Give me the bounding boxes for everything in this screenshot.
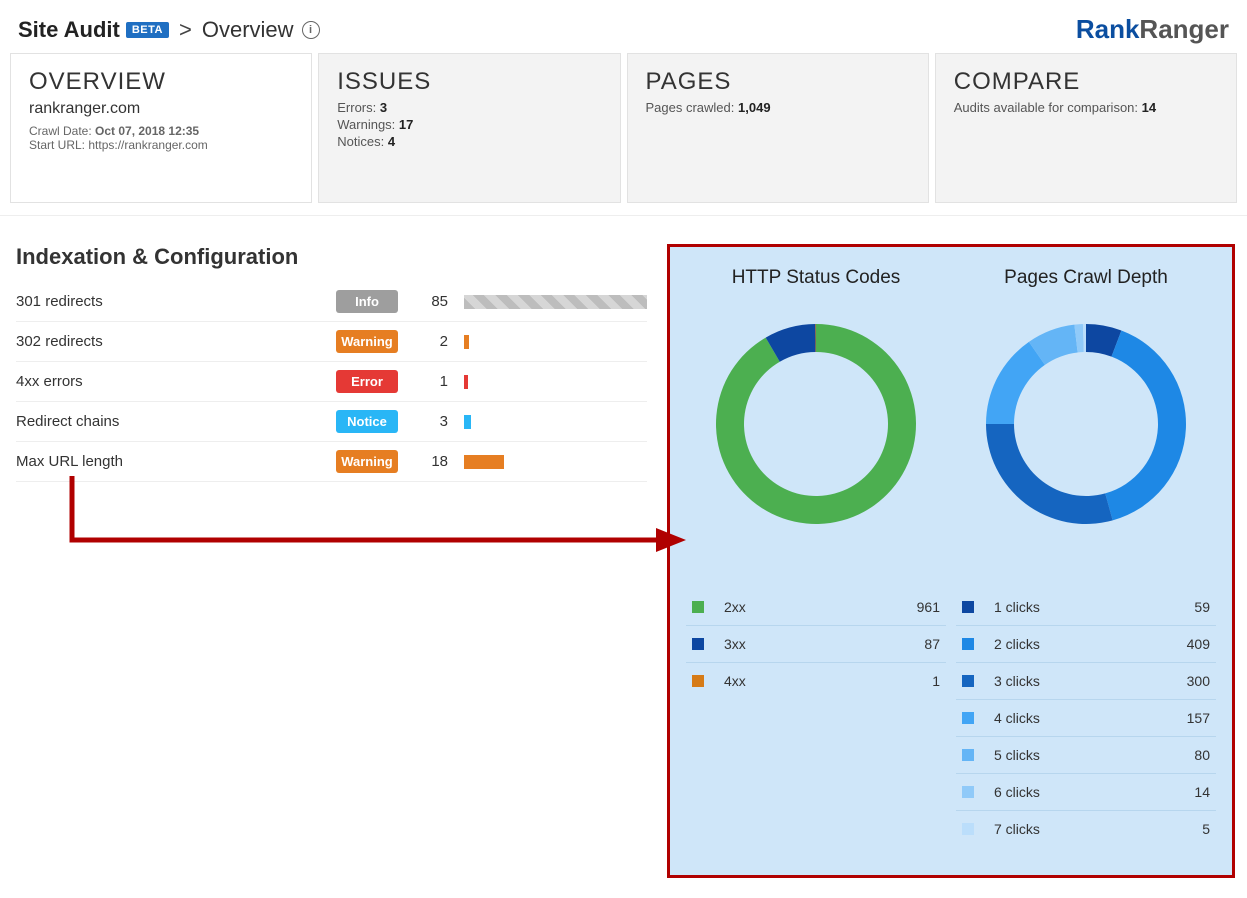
legend-value: 300 bbox=[1160, 673, 1210, 689]
audit-label: 302 redirects bbox=[16, 333, 336, 350]
breadcrumb-page[interactable]: Overview bbox=[202, 17, 294, 43]
legend-value: 59 bbox=[1160, 599, 1210, 615]
legend-row[interactable]: 1 clicks59 bbox=[956, 589, 1216, 626]
summary-panels: OVERVIEW rankranger.com Crawl Date: Oct … bbox=[0, 53, 1247, 216]
overview-start-url: Start URL: https://rankranger.com bbox=[29, 138, 293, 152]
legend-row[interactable]: 6 clicks14 bbox=[956, 774, 1216, 811]
depth-chart-title: Pages Crawl Depth bbox=[956, 267, 1216, 289]
panel-compare[interactable]: COMPARE Audits available for comparison:… bbox=[935, 53, 1237, 203]
audit-bar bbox=[464, 375, 647, 389]
legend-swatch bbox=[962, 823, 974, 835]
legend-swatch bbox=[692, 601, 704, 613]
legend-row[interactable]: 2 clicks409 bbox=[956, 626, 1216, 663]
http-chart-title: HTTP Status Codes bbox=[686, 267, 946, 289]
audit-row[interactable]: 4xx errorsError1 bbox=[16, 362, 647, 402]
overview-domain: rankranger.com bbox=[29, 100, 293, 118]
legend-row[interactable]: 7 clicks5 bbox=[956, 811, 1216, 847]
legend-row[interactable]: 4xx1 bbox=[686, 663, 946, 699]
panel-issues-title: ISSUES bbox=[337, 68, 601, 96]
legend-row[interactable]: 4 clicks157 bbox=[956, 700, 1216, 737]
beta-badge: BETA bbox=[126, 22, 169, 38]
audit-label: Max URL length bbox=[16, 453, 336, 470]
http-status-chart: HTTP Status Codes 2xx9613xx874xx1 bbox=[686, 267, 946, 847]
audit-bar bbox=[464, 295, 647, 309]
panel-compare-title: COMPARE bbox=[954, 68, 1218, 96]
legend-row[interactable]: 5 clicks80 bbox=[956, 737, 1216, 774]
legend-label: 2 clicks bbox=[994, 636, 1160, 652]
legend-label: 3xx bbox=[724, 636, 890, 652]
http-donut bbox=[711, 319, 921, 529]
severity-badge: Notice bbox=[336, 410, 398, 433]
legend-value: 80 bbox=[1160, 747, 1210, 763]
legend-row[interactable]: 3xx87 bbox=[686, 626, 946, 663]
legend-swatch bbox=[962, 786, 974, 798]
severity-badge: Warning bbox=[336, 450, 398, 473]
breadcrumb: Site Audit BETA > Overview i bbox=[18, 17, 320, 43]
legend-label: 4xx bbox=[724, 673, 890, 689]
audit-row[interactable]: Max URL lengthWarning18 bbox=[16, 442, 647, 482]
legend-row[interactable]: 3 clicks300 bbox=[956, 663, 1216, 700]
legend-swatch bbox=[962, 712, 974, 724]
indexation-title: Indexation & Configuration bbox=[16, 244, 647, 270]
panel-issues[interactable]: ISSUES Errors: 3 Warnings: 17 Notices: 4 bbox=[318, 53, 620, 203]
overview-crawl-date: Crawl Date: Oct 07, 2018 12:35 bbox=[29, 124, 293, 138]
charts-panel: HTTP Status Codes 2xx9613xx874xx1 Pages … bbox=[667, 244, 1235, 878]
legend-label: 1 clicks bbox=[994, 599, 1160, 615]
audit-bar bbox=[464, 455, 647, 469]
legend-swatch bbox=[962, 601, 974, 613]
legend-swatch bbox=[962, 749, 974, 761]
legend-value: 1 bbox=[890, 673, 940, 689]
audit-row[interactable]: 302 redirectsWarning2 bbox=[16, 322, 647, 362]
severity-badge: Warning bbox=[336, 330, 398, 353]
audit-label: Redirect chains bbox=[16, 413, 336, 430]
panel-pages-title: PAGES bbox=[646, 68, 910, 96]
legend-value: 5 bbox=[1160, 821, 1210, 837]
legend-value: 87 bbox=[890, 636, 940, 652]
severity-badge: Info bbox=[336, 290, 398, 313]
legend-label: 6 clicks bbox=[994, 784, 1160, 800]
legend-swatch bbox=[962, 638, 974, 650]
depth-legend: 1 clicks592 clicks4093 clicks3004 clicks… bbox=[956, 589, 1216, 847]
audit-count: 85 bbox=[398, 293, 464, 310]
legend-label: 7 clicks bbox=[994, 821, 1160, 837]
logo[interactable]: RankRanger bbox=[1076, 14, 1229, 45]
legend-value: 14 bbox=[1160, 784, 1210, 800]
audit-bar bbox=[464, 415, 647, 429]
breadcrumb-app[interactable]: Site Audit bbox=[18, 17, 120, 43]
panel-overview-title: OVERVIEW bbox=[29, 68, 293, 96]
legend-swatch bbox=[692, 638, 704, 650]
panel-pages[interactable]: PAGES Pages crawled: 1,049 bbox=[627, 53, 929, 203]
legend-label: 2xx bbox=[724, 599, 890, 615]
legend-label: 5 clicks bbox=[994, 747, 1160, 763]
legend-swatch bbox=[692, 675, 704, 687]
legend-swatch bbox=[962, 675, 974, 687]
audit-count: 1 bbox=[398, 373, 464, 390]
audit-count: 18 bbox=[398, 453, 464, 470]
breadcrumb-sep: > bbox=[179, 17, 192, 43]
legend-value: 409 bbox=[1160, 636, 1210, 652]
legend-label: 4 clicks bbox=[994, 710, 1160, 726]
depth-chart: Pages Crawl Depth 1 clicks592 clicks4093… bbox=[956, 267, 1216, 847]
indexation-section: Indexation & Configuration 301 redirects… bbox=[16, 244, 647, 482]
audit-row[interactable]: 301 redirectsInfo85 bbox=[16, 282, 647, 322]
legend-value: 157 bbox=[1160, 710, 1210, 726]
audit-count: 2 bbox=[398, 333, 464, 350]
legend-label: 3 clicks bbox=[994, 673, 1160, 689]
panel-overview[interactable]: OVERVIEW rankranger.com Crawl Date: Oct … bbox=[10, 53, 312, 203]
info-icon[interactable]: i bbox=[302, 21, 320, 39]
legend-row[interactable]: 2xx961 bbox=[686, 589, 946, 626]
audit-count: 3 bbox=[398, 413, 464, 430]
audit-label: 4xx errors bbox=[16, 373, 336, 390]
severity-badge: Error bbox=[336, 370, 398, 393]
http-legend: 2xx9613xx874xx1 bbox=[686, 589, 946, 699]
annotation-arrow-icon bbox=[66, 476, 686, 576]
depth-donut bbox=[981, 319, 1191, 529]
audit-bar bbox=[464, 335, 647, 349]
legend-value: 961 bbox=[890, 599, 940, 615]
audit-label: 301 redirects bbox=[16, 293, 336, 310]
audit-row[interactable]: Redirect chainsNotice3 bbox=[16, 402, 647, 442]
